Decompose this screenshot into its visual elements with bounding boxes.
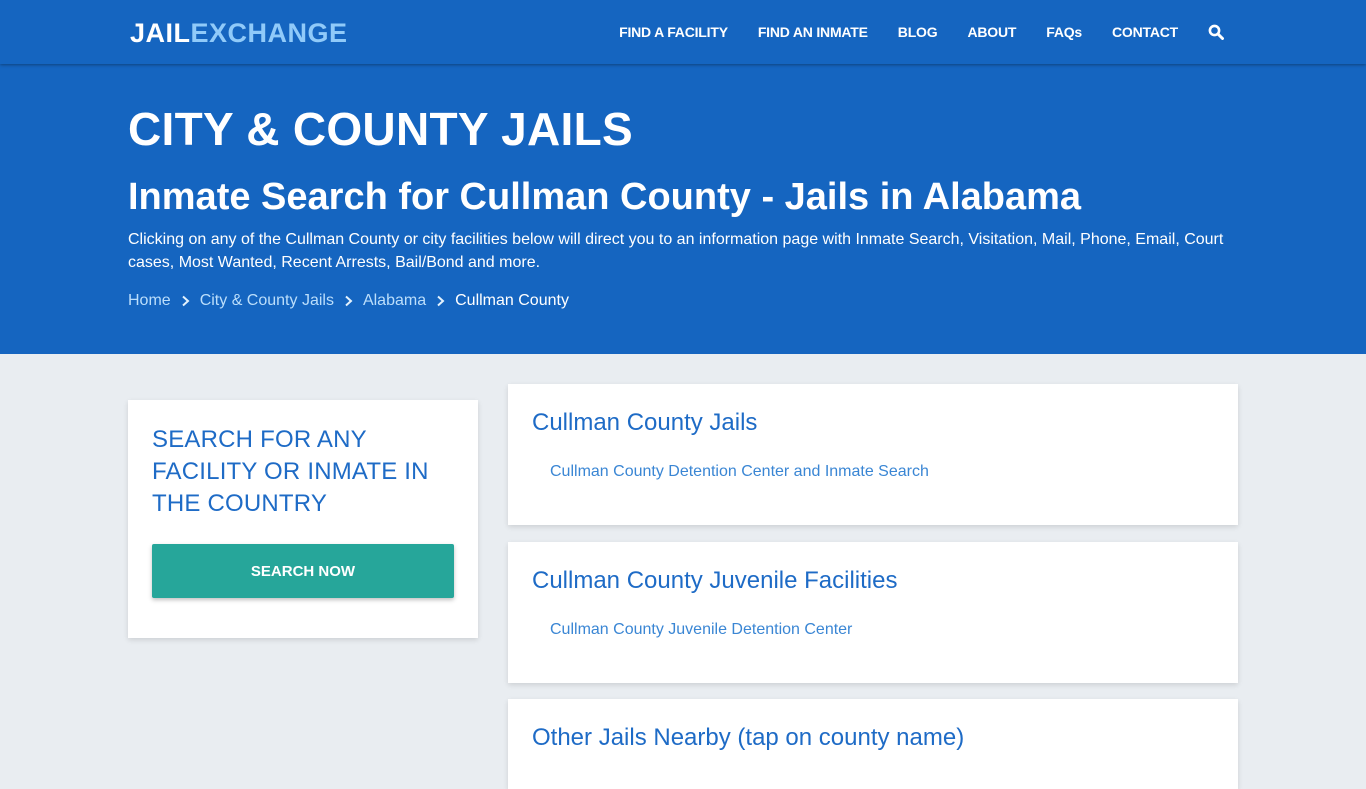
breadcrumb-alabama[interactable]: Alabama [363,290,426,312]
breadcrumb-city-county-jails[interactable]: City & County Jails [200,290,334,312]
search-now-button[interactable]: SEARCH NOW [152,544,454,598]
nav-find-facility[interactable]: FIND A FACILITY [619,24,728,40]
nav-find-inmate[interactable]: FIND AN INMATE [758,24,868,40]
section-title: Cullman County Juvenile Facilities [532,567,898,594]
nav-blog[interactable]: BLOG [898,24,938,40]
county-jails-card: Cullman County Jails Cullman County Dete… [508,384,1238,525]
search-promo-card: SEARCH FOR ANY FACILITY OR INMATE IN THE… [128,400,478,638]
chevron-right-icon [181,295,190,307]
top-navbar: JAILEXCHANGE FIND A FACILITY FIND AN INM… [0,0,1366,64]
site-logo[interactable]: JAILEXCHANGE [130,17,348,49]
page-description: Clicking on any of the Cullman County or… [128,231,1224,271]
chevron-right-icon [344,295,353,307]
nav-about[interactable]: ABOUT [967,24,1016,40]
page-title: Inmate Search for Cullman County - Jails… [128,176,1082,218]
nav-contact[interactable]: CONTACT [1112,24,1178,40]
logo-text-jail: JAIL [130,18,191,48]
juvenile-facilities-card: Cullman County Juvenile Facilities Cullm… [508,542,1238,683]
page-category-title: CITY & COUNTY JAILS [128,103,633,155]
nearby-jails-card: Other Jails Nearby (tap on county name) [508,699,1238,789]
facility-link[interactable]: Cullman County Juvenile Detention Center [550,619,852,641]
search-icon[interactable] [1208,24,1224,40]
breadcrumb-home[interactable]: Home [128,290,171,312]
breadcrumb: Home City & County Jails Alabama Cullman… [128,290,569,312]
section-title: Cullman County Jails [532,409,758,436]
hero-banner: CITY & COUNTY JAILS Inmate Search for Cu… [0,64,1366,354]
main-nav: FIND A FACILITY FIND AN INMATE BLOG ABOU… [589,0,1224,64]
chevron-right-icon [436,295,445,307]
search-promo-heading: SEARCH FOR ANY FACILITY OR INMATE IN THE… [152,426,429,517]
logo-text-exchange: EXCHANGE [190,18,348,48]
facility-link[interactable]: Cullman County Detention Center and Inma… [550,461,929,483]
nav-faqs[interactable]: FAQs [1046,24,1082,40]
section-title: Other Jails Nearby (tap on county name) [532,724,965,751]
breadcrumb-current: Cullman County [455,292,569,309]
